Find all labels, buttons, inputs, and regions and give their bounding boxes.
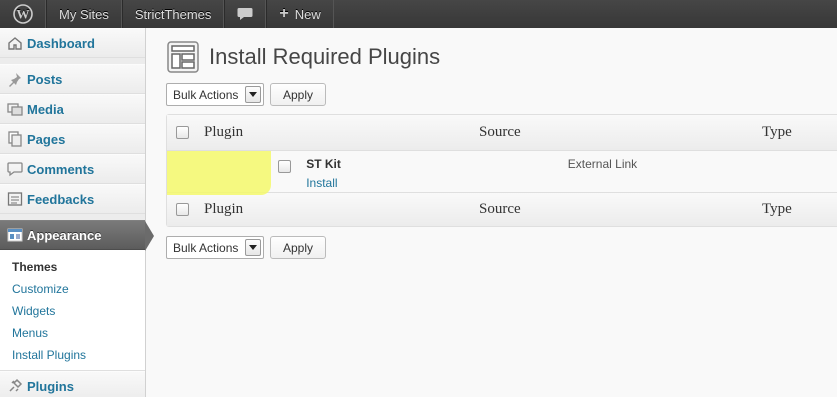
menu-plugins[interactable]: Plugins: [0, 371, 145, 397]
menu-label: Comments: [27, 161, 95, 177]
site-name-menu[interactable]: StrictThemes: [121, 0, 225, 28]
menu-appearance[interactable]: Appearance: [0, 220, 154, 251]
pages-icon: [7, 131, 23, 147]
plug-icon: [7, 378, 23, 394]
menu-label: Feedbacks: [27, 191, 95, 207]
apply-button[interactable]: Apply: [270, 83, 327, 106]
column-type-header[interactable]: Type: [762, 124, 837, 141]
feedback-icon: [7, 191, 23, 207]
bulk-actions-top: Bulk Actions Apply: [166, 83, 327, 106]
page-heading: Install Required Plugins: [167, 41, 440, 73]
bulk-actions-select[interactable]: Bulk Actions: [166, 83, 264, 106]
menu-label: Appearance: [27, 227, 102, 243]
comments-menu[interactable]: [224, 0, 267, 28]
wordpress-logo-button[interactable]: W: [0, 0, 46, 28]
bulk-actions-select-bottom[interactable]: Bulk Actions: [166, 236, 264, 259]
apply-button-bottom[interactable]: Apply: [270, 236, 327, 259]
menu-posts[interactable]: Posts: [0, 64, 145, 94]
menu-label: Pages: [27, 131, 66, 147]
select-all-checkbox-footer[interactable]: [175, 203, 189, 216]
select-all-cell: [167, 203, 197, 216]
chevron-down-icon: [245, 239, 261, 256]
menu-pages[interactable]: Pages: [0, 124, 145, 154]
plugins-table: Plugin Source Type ST Kit Install Extern…: [166, 114, 837, 227]
column-source-footer[interactable]: Source: [479, 201, 762, 218]
menu-comments[interactable]: Comments: [0, 154, 145, 184]
main-content: Install Required Plugins Bulk Actions Ap…: [147, 28, 837, 397]
wordpress-logo-icon: W: [12, 4, 33, 24]
new-label: New: [294, 6, 321, 22]
submenu-menus[interactable]: Menus: [0, 322, 145, 344]
bulk-actions-value: Bulk Actions: [173, 87, 239, 102]
submenu-themes[interactable]: Themes: [0, 256, 145, 278]
plus-icon: +: [279, 5, 289, 22]
column-plugin-header[interactable]: Plugin: [197, 124, 479, 141]
appearance-icon: [7, 227, 23, 243]
admin-bar: W My Sites StrictThemes + New: [0, 0, 837, 28]
menu-label: Dashboard: [27, 35, 95, 51]
bulk-actions-value: Bulk Actions: [173, 240, 239, 255]
menu-dashboard[interactable]: Dashboard: [0, 28, 145, 58]
plugin-cell: ST Kit Install: [299, 151, 568, 192]
row-checkbox[interactable]: [278, 160, 292, 173]
svg-text:W: W: [16, 7, 29, 22]
menu-label: Posts: [27, 71, 63, 87]
select-all-cell: [167, 126, 197, 139]
column-type-footer[interactable]: Type: [762, 201, 837, 218]
plugin-name: ST Kit: [306, 157, 341, 171]
submenu-customize[interactable]: Customize: [0, 278, 145, 300]
menu-label: Plugins: [27, 378, 74, 394]
row-checkbox-cell: [271, 151, 300, 192]
my-sites-label: My Sites: [59, 6, 109, 22]
dashboard-home-icon: [7, 35, 23, 51]
menu-label: Media: [27, 101, 64, 117]
column-source-header[interactable]: Source: [479, 124, 762, 141]
comment-bubble-icon: [237, 8, 253, 20]
table-header: Plugin Source Type: [167, 115, 837, 150]
chevron-down-icon: [245, 86, 261, 103]
appearance-submenu: Themes Customize Widgets Menus Install P…: [0, 250, 145, 371]
comment-bubble-icon: [7, 161, 23, 177]
column-plugin-footer[interactable]: Plugin: [197, 201, 479, 218]
site-name-label: StrictThemes: [134, 6, 212, 22]
menu-media[interactable]: Media: [0, 94, 145, 124]
table-footer: Plugin Source Type: [167, 192, 837, 226]
page-title: Install Required Plugins: [209, 44, 441, 69]
install-link[interactable]: Install: [306, 176, 568, 190]
bulk-actions-bottom: Bulk Actions Apply: [166, 236, 327, 259]
appearance-page-icon: [167, 41, 199, 73]
my-sites-menu[interactable]: My Sites: [46, 0, 122, 28]
source-cell: External Link: [567, 157, 638, 171]
highlight-marker: [167, 151, 271, 195]
admin-sidebar: Dashboard Posts Media Pages Comments Fee…: [0, 28, 154, 397]
new-content-menu[interactable]: + New: [266, 0, 334, 28]
media-icon: [7, 101, 23, 117]
select-all-checkbox[interactable]: [175, 126, 189, 139]
submenu-widgets[interactable]: Widgets: [0, 300, 145, 322]
menu-feedbacks[interactable]: Feedbacks: [0, 184, 145, 214]
pushpin-icon: [7, 71, 23, 87]
table-row: ST Kit Install External Link Recommended: [167, 150, 837, 195]
submenu-install-plugins[interactable]: Install Plugins: [0, 344, 145, 366]
